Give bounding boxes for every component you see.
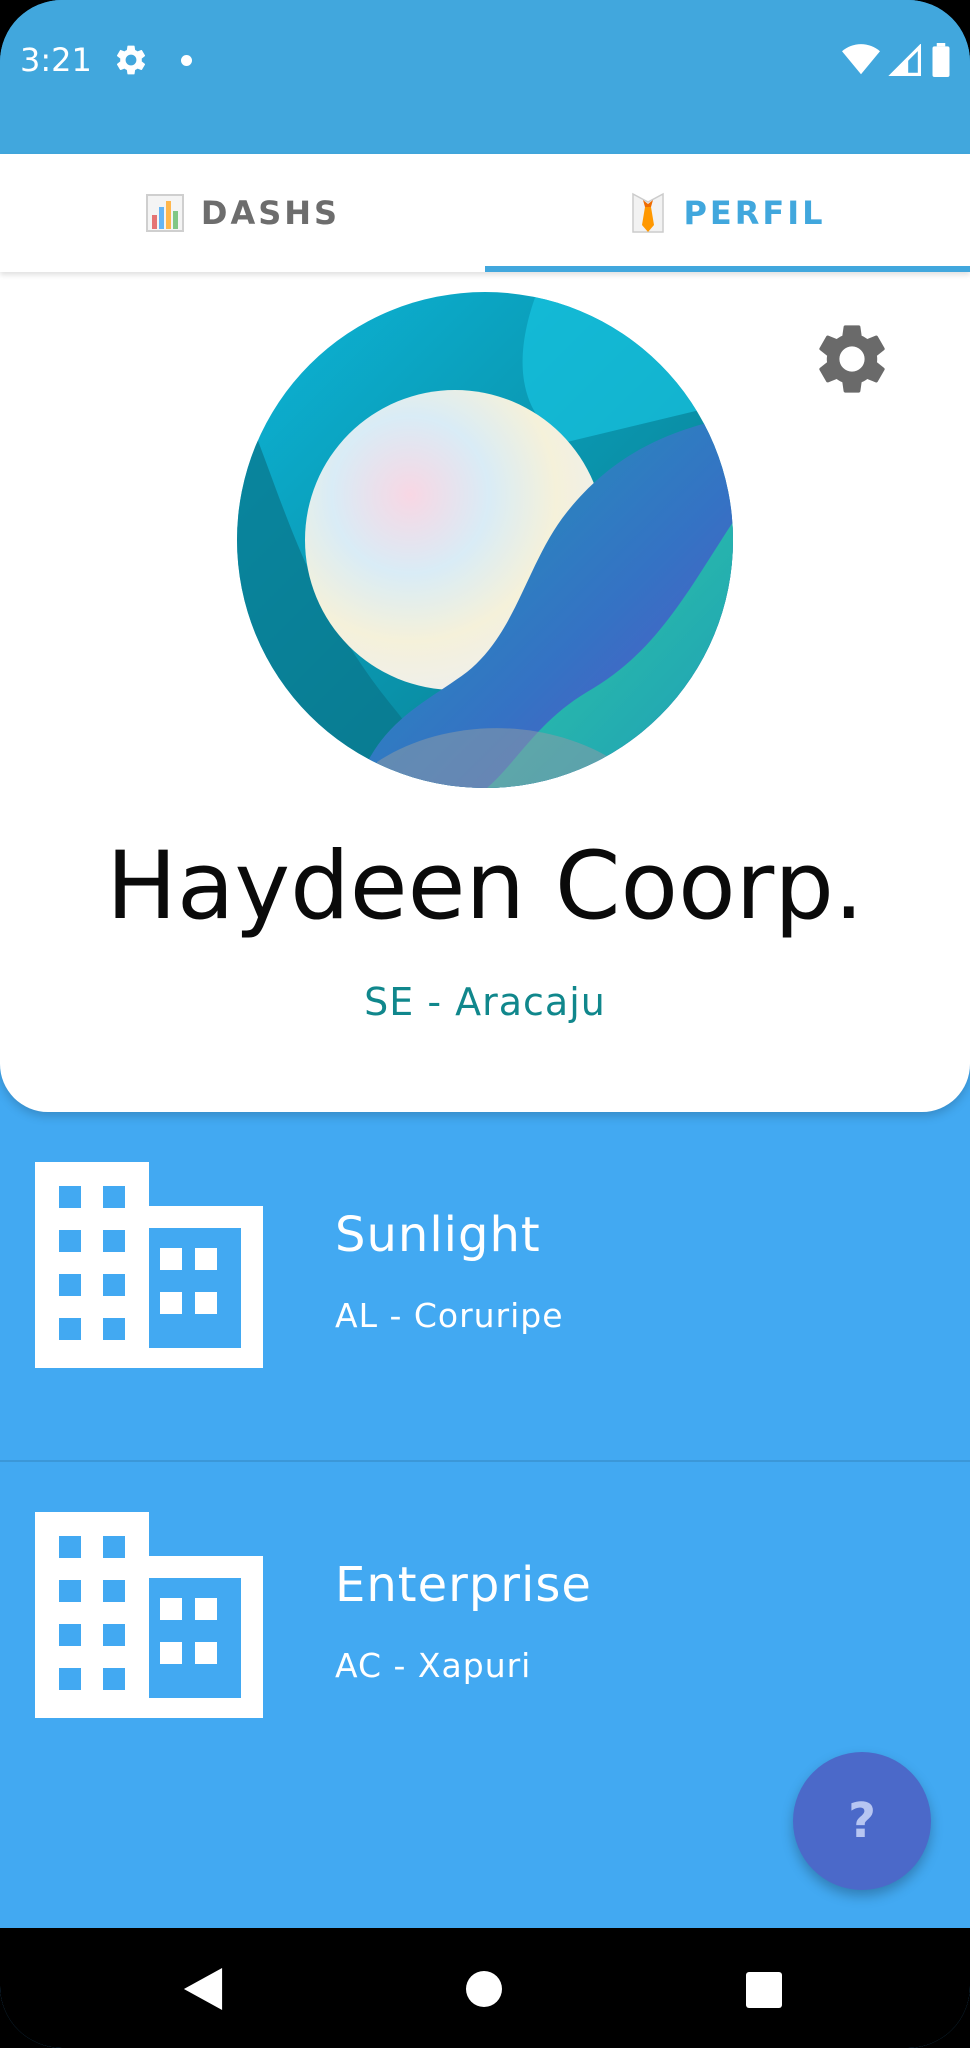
company-subtitle: AC - Xapuri: [335, 1646, 532, 1685]
status-icons: [842, 40, 952, 80]
list-item[interactable]: Enterprise AC - Xapuri: [0, 1462, 970, 1810]
company-list: Sunlight AL - Coruripe Enterprise AC - X…: [0, 1112, 970, 1810]
recent-apps-icon[interactable]: [746, 1972, 782, 2008]
gear-icon: [116, 45, 146, 75]
company-title: Enterprise: [335, 1557, 592, 1613]
company-subtitle: AL - Coruripe: [335, 1296, 564, 1335]
active-tab-indicator: [485, 266, 970, 272]
tab-dashs[interactable]: DASHS: [0, 154, 485, 272]
building-icon: [35, 1512, 263, 1718]
tab-bar: DASHS PERFIL: [0, 154, 970, 272]
avatar[interactable]: [237, 292, 733, 788]
necktie-icon: [632, 192, 665, 233]
list-item[interactable]: Sunlight AL - Coruripe: [0, 1112, 970, 1462]
signal-icon: [888, 44, 921, 76]
back-icon[interactable]: [183, 1968, 223, 2010]
tab-perfil[interactable]: PERFIL: [485, 154, 970, 272]
status-time: 3:21: [20, 41, 92, 79]
home-icon[interactable]: [466, 1971, 502, 2007]
building-icon: [35, 1162, 263, 1368]
profile-card: Haydeen Coorp. SE - Aracaju: [0, 272, 970, 1112]
bar-chart-icon: [145, 194, 184, 232]
app-screen: 3:21 DASHS PERFIL Haydeen Coorp. SE - Ar…: [0, 0, 970, 2048]
navigation-bar: [0, 1928, 970, 2048]
company-name: Haydeen Coorp.: [106, 832, 864, 941]
tab-perfil-label: PERFIL: [683, 194, 826, 232]
company-title: Sunlight: [335, 1207, 541, 1263]
status-bar: 3:21: [0, 0, 970, 154]
tab-dashs-label: DASHS: [200, 194, 341, 232]
battery-icon: [932, 43, 950, 77]
company-location: SE - Aracaju: [364, 980, 606, 1024]
help-button-label: ?: [848, 1793, 876, 1849]
notification-dot: [181, 55, 192, 66]
wifi-icon: [842, 44, 880, 75]
settings-gear-icon[interactable]: [810, 317, 894, 401]
avatar-image: [237, 292, 733, 788]
help-button[interactable]: ?: [793, 1752, 931, 1890]
